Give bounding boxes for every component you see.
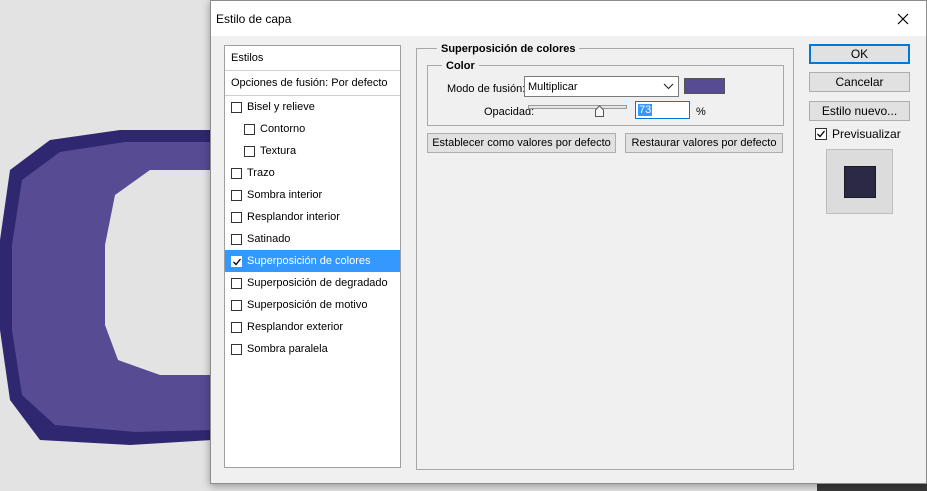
opacity-slider[interactable] [528, 105, 627, 117]
group-title: Superposición de colores [437, 43, 580, 55]
preview-label: Previsualizar [832, 127, 901, 141]
preview-thumbnail [826, 149, 893, 214]
style-checkbox[interactable] [231, 101, 242, 113]
styles-list: Estilos Opciones de fusión: Por defecto Bi… [224, 45, 401, 468]
percent-sign: % [696, 106, 706, 118]
checkmark-icon [233, 258, 242, 265]
opacity-value: 73 [638, 104, 653, 116]
style-item-label: Sombra interior [247, 189, 323, 201]
set-default-button[interactable]: Establecer como valores por defecto [427, 133, 616, 153]
style-checkbox[interactable] [231, 233, 242, 245]
style-item[interactable]: Textura [225, 140, 400, 162]
style-checkbox[interactable] [231, 321, 242, 333]
close-button[interactable] [880, 1, 926, 36]
preview-checkbox-box[interactable] [815, 128, 827, 140]
style-item-label: Bisel y relieve [247, 101, 315, 113]
style-item[interactable]: Contorno [225, 118, 400, 140]
dialog-title: Estilo de capa [216, 12, 292, 26]
cancel-button[interactable]: Cancelar [809, 72, 910, 92]
blend-mode-select[interactable]: Multiplicar [524, 76, 679, 97]
style-checkbox[interactable] [231, 299, 242, 311]
checkmark-icon [817, 130, 826, 138]
layer-style-dialog: Estilo de capa Estilos Opciones de fusión… [210, 0, 927, 484]
style-item[interactable]: Trazo [225, 162, 400, 184]
close-icon [897, 13, 909, 24]
style-checkbox[interactable] [231, 343, 242, 355]
preview-checkbox[interactable]: Previsualizar [815, 127, 901, 141]
letter-c-artwork [0, 130, 212, 445]
style-item[interactable]: Sombra paralela [225, 338, 400, 360]
style-checkbox[interactable] [231, 255, 242, 267]
slider-thumb-icon[interactable] [595, 105, 605, 117]
styles-header[interactable]: Estilos [225, 46, 400, 71]
chevron-down-icon [663, 83, 674, 90]
style-item[interactable]: Superposición de motivo [225, 294, 400, 316]
color-overlay-group: Superposición de colores Color Modo de f… [416, 43, 794, 470]
ok-button[interactable]: OK [809, 44, 910, 64]
style-checkbox[interactable] [231, 277, 242, 289]
style-checkbox[interactable] [244, 145, 255, 157]
style-checkbox[interactable] [244, 123, 255, 135]
style-item-label: Contorno [260, 123, 306, 135]
restore-default-button[interactable]: Restaurar valores por defecto [625, 133, 783, 153]
opacity-label: Opacidad: [484, 106, 535, 118]
style-item[interactable]: Superposición de colores [225, 250, 400, 272]
style-item-label: Resplandor interior [247, 211, 340, 223]
color-group: Color Modo de fusión: Multiplicar Opacid… [427, 60, 784, 126]
style-item[interactable]: Superposición de degradado [225, 272, 400, 294]
style-item[interactable]: Satinado [225, 228, 400, 250]
style-item-label: Trazo [247, 167, 275, 179]
color-group-title: Color [442, 60, 479, 72]
style-item[interactable]: Resplandor interior [225, 206, 400, 228]
new-style-button[interactable]: Estilo nuevo... [809, 101, 910, 121]
style-item-label: Superposición de motivo [247, 299, 368, 311]
opacity-input[interactable]: 73 [635, 101, 690, 119]
color-swatch[interactable] [684, 78, 725, 94]
style-item[interactable]: Sombra interior [225, 184, 400, 206]
title-bar: Estilo de capa [211, 1, 926, 36]
style-item-label: Resplandor exterior [247, 321, 343, 333]
style-checkbox[interactable] [231, 211, 242, 223]
style-item-label: Satinado [247, 233, 291, 245]
blend-mode-value: Multiplicar [528, 81, 578, 93]
blending-options-item[interactable]: Opciones de fusión: Por defecto [225, 71, 400, 96]
style-item-label: Sombra paralela [247, 343, 328, 355]
blend-mode-label: Modo de fusión: [447, 83, 526, 95]
preview-swatch [844, 166, 876, 198]
style-checkbox[interactable] [231, 189, 242, 201]
style-item-label: Superposición de degradado [247, 277, 388, 289]
style-item-label: Textura [260, 145, 297, 157]
style-item[interactable]: Resplandor exterior [225, 316, 400, 338]
style-item[interactable]: Bisel y relieve [225, 96, 400, 118]
style-item-label: Superposición de colores [247, 255, 371, 267]
style-checkbox[interactable] [231, 167, 242, 179]
